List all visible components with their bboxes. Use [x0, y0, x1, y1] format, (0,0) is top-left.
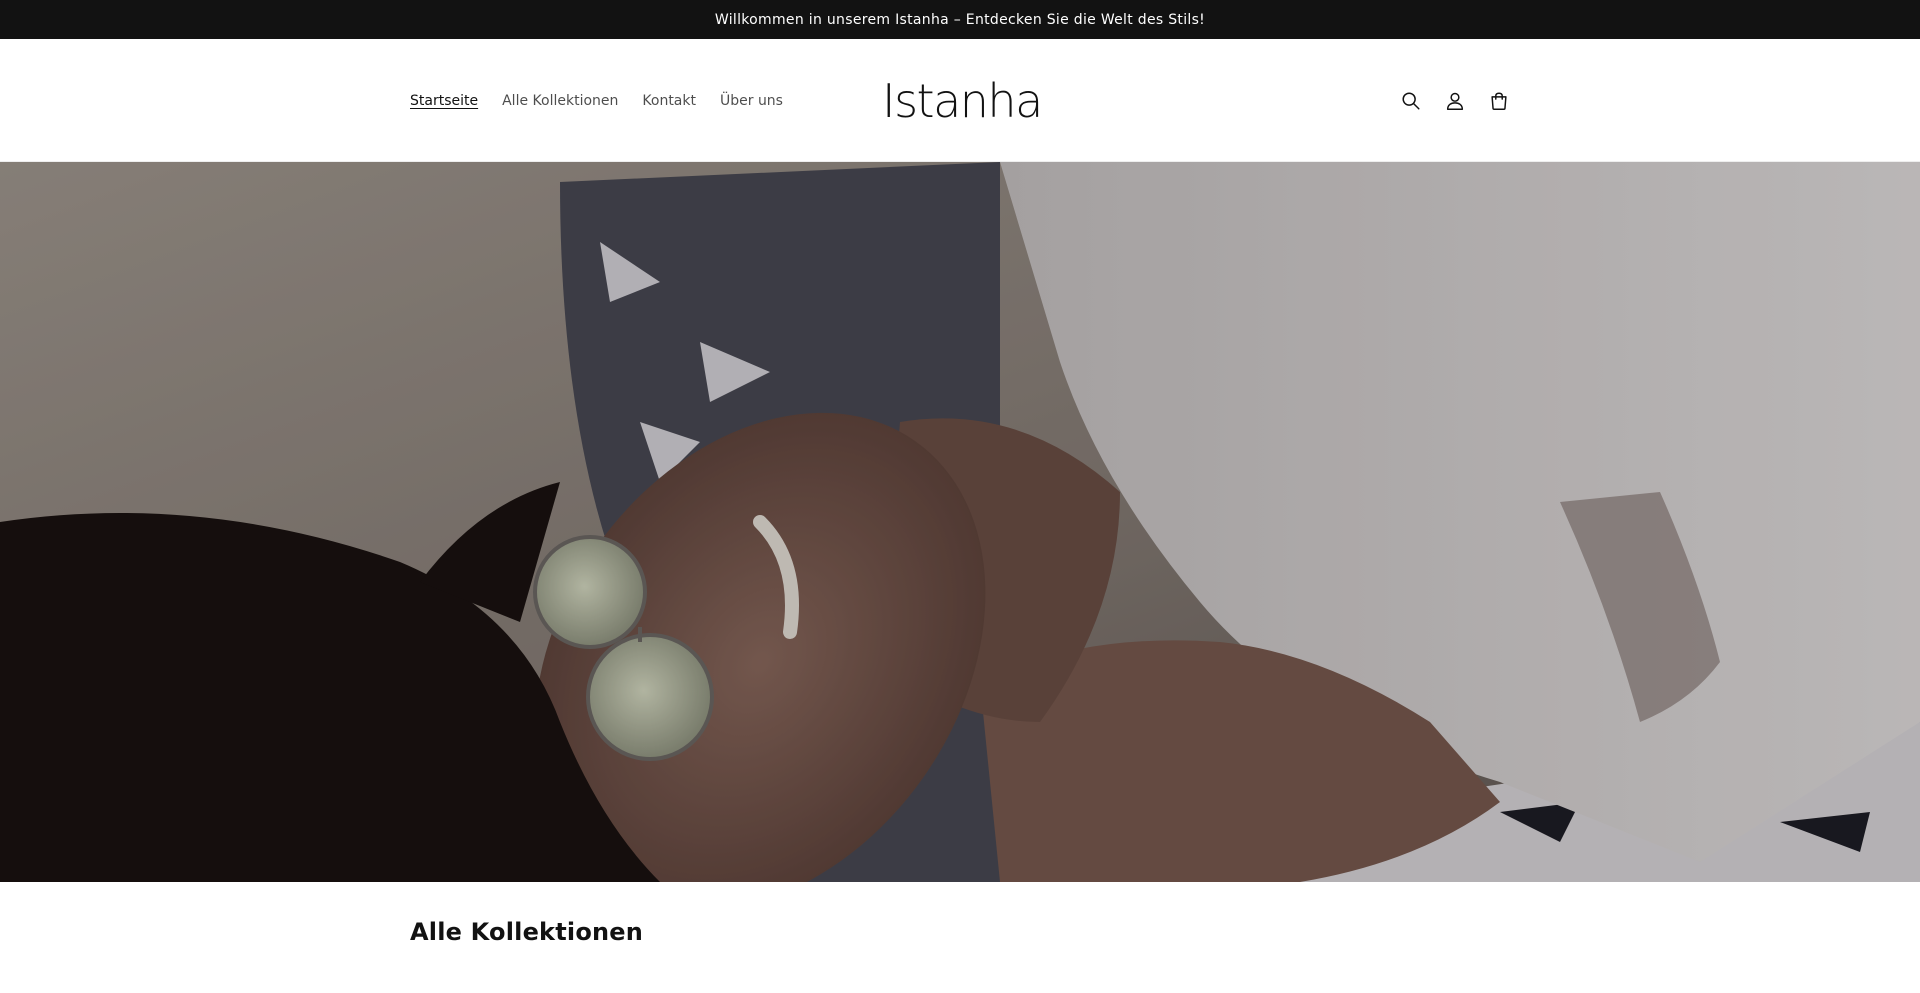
account-button[interactable] [1433, 79, 1477, 123]
nav-item-ueber-uns[interactable]: Über uns [720, 93, 783, 109]
main-nav: Startseite Alle Kollektionen Kontakt Übe… [410, 39, 807, 162]
cart-button[interactable] [1477, 79, 1521, 123]
hero-banner[interactable] [0, 162, 1920, 882]
search-button[interactable] [1389, 79, 1433, 123]
cart-icon [1491, 91, 1507, 110]
site-logo[interactable]: Istanha [882, 39, 1043, 162]
site-header: Startseite Alle Kollektionen Kontakt Übe… [0, 39, 1920, 162]
account-icon [1446, 92, 1464, 110]
collections-section-title: Alle Kollektionen [410, 918, 644, 946]
nav-item-kontakt[interactable]: Kontakt [642, 93, 696, 109]
nav-item-startseite[interactable]: Startseite [410, 93, 478, 109]
nav-item-alle-kollektionen[interactable]: Alle Kollektionen [502, 93, 618, 109]
announcement-text: Willkommen in unserem Istanha – Entdecke… [714, 11, 1206, 28]
header-icons [1389, 39, 1521, 162]
search-icon [1402, 91, 1420, 110]
announcement-bar: Willkommen in unserem Istanha – Entdecke… [0, 0, 1920, 39]
hero-image [0, 162, 1920, 882]
